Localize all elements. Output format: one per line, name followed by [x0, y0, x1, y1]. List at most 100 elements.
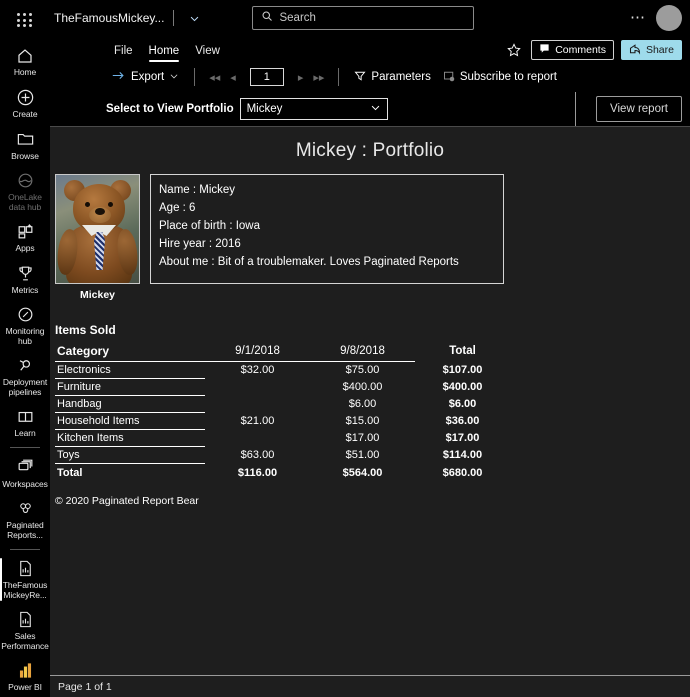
cell-category: Kitchen Items: [55, 429, 205, 447]
star-icon[interactable]: [504, 40, 524, 60]
column-header-category: Category: [55, 342, 205, 362]
profile-info-box: Name : Mickey Age : 6 Place of birth : I…: [150, 174, 504, 284]
tab-file[interactable]: File: [106, 45, 141, 62]
report-file-icon: [16, 559, 35, 578]
apps-icon: [16, 222, 35, 242]
cell-total: $114.00: [442, 449, 483, 461]
view-report-button[interactable]: View report: [596, 96, 682, 122]
cell-date-2: $6.00: [348, 398, 377, 410]
cell-date-1: $63.00: [240, 449, 275, 461]
column-header-date-2: 9/8/2018: [310, 342, 415, 362]
sidebar-item-browse[interactable]: Browse: [0, 124, 50, 166]
cell-date-2: $400.00: [342, 381, 383, 393]
sidebar-item-label: OneLake data hub: [8, 191, 42, 212]
cell-date-1: [205, 430, 310, 447]
column-header-total: Total: [449, 345, 476, 358]
title-divider: [173, 10, 175, 26]
sidebar-item-create[interactable]: Create: [0, 82, 50, 124]
cell-category: Handbag: [55, 395, 205, 413]
avatar[interactable]: [656, 5, 682, 31]
subscribe-button[interactable]: Subscribe to report: [437, 68, 563, 87]
report-toolbar: Export ◂◂ ◂ 1 ▸ ▸▸ Parameters Subscribe …: [50, 62, 690, 92]
sidebar-item-label: Workspaces: [2, 478, 48, 489]
comment-icon: [539, 43, 550, 57]
sidebar-item-apps[interactable]: Apps: [0, 217, 50, 259]
ribbon-tabs: File Home View Comments Share: [50, 36, 690, 62]
filter-icon: [354, 70, 366, 85]
power-bi-report-window: Home Create Browse OneLake data hub Apps…: [0, 0, 690, 697]
sidebar-item-sales-performance[interactable]: Sales Performance: [0, 605, 50, 656]
export-button[interactable]: Export: [106, 68, 185, 86]
last-page-icon: ▸▸: [313, 71, 325, 84]
sidebar-item-thefamous-mickey-report[interactable]: TheFamous MickeyRe...: [0, 554, 50, 605]
home-icon: [16, 46, 34, 66]
table-total-row: Total $116.00 $564.00 $680.00: [55, 464, 510, 482]
cell-total-date-2: $564.00: [342, 466, 383, 479]
comments-button[interactable]: Comments: [531, 40, 614, 60]
sidebar-item-label: Monitoring hub: [5, 325, 45, 346]
sidebar-item-label: Metrics: [11, 284, 39, 295]
export-label: Export: [131, 71, 165, 83]
cell-category: Toys: [55, 446, 205, 464]
top-bar: TheFamousMickey... Search ⋯: [50, 0, 690, 36]
sidebar-item-label: Browse: [11, 150, 39, 161]
sidebar-item-label: Create: [12, 109, 38, 120]
parameter-bar-right: View report: [575, 92, 682, 126]
items-sold-table: Category 9/1/2018 9/8/2018 Total Electro…: [55, 342, 510, 481]
photo-column: Mickey: [55, 174, 140, 301]
sidebar-item-power-bi[interactable]: Power BI: [0, 655, 50, 697]
sidebar-item-label: Apps: [15, 243, 35, 254]
cell-total: $36.00: [445, 415, 480, 427]
sidebar-item-home[interactable]: Home: [0, 41, 50, 83]
sidebar-item-onelake-data-hub[interactable]: OneLake data hub: [0, 166, 50, 217]
plus-circle-icon: [16, 87, 35, 107]
cell-total-label: Total: [57, 467, 83, 479]
chevron-down-icon[interactable]: [183, 7, 205, 29]
sidebar-item-metrics[interactable]: Metrics: [0, 258, 50, 300]
page-number-input[interactable]: 1: [249, 68, 284, 86]
sidebar-item-monitoring-hub[interactable]: Monitoring hub: [0, 300, 50, 351]
status-bar: Page 1 of 1: [50, 675, 690, 697]
search-input[interactable]: Search: [252, 6, 475, 30]
left-navigation-rail: Home Create Browse OneLake data hub Apps…: [0, 0, 50, 697]
sidebar-item-label: Home: [13, 67, 37, 78]
sidebar-item-learn[interactable]: Learn: [0, 402, 50, 444]
sidebar-item-deployment-pipelines[interactable]: Deployment pipelines: [0, 351, 50, 402]
tab-list: File Home View: [106, 45, 228, 62]
first-page-icon: ◂◂: [209, 71, 221, 84]
next-page-icon: ▸: [297, 71, 304, 84]
cell-date-2: $51.00: [345, 449, 380, 461]
sidebar-item-workspaces[interactable]: Workspaces: [0, 452, 50, 494]
table-row: Handbag $6.00 $6.00: [55, 395, 510, 413]
tab-home[interactable]: Home: [141, 45, 188, 62]
toolbar-divider: [194, 68, 196, 86]
previous-page-icon: ◂: [230, 71, 236, 84]
parameter-divider: [575, 92, 577, 126]
ellipsis-icon[interactable]: ⋯: [630, 10, 646, 25]
parameters-button[interactable]: Parameters: [348, 68, 436, 87]
sidebar-item-paginated-reports[interactable]: Paginated Reports...: [0, 494, 50, 545]
cell-date-1: $32.00: [240, 364, 275, 377]
tab-view[interactable]: View: [187, 45, 228, 62]
info-line-name: Name : Mickey: [159, 184, 236, 196]
paginated-report-body: Mickey : Portfolio Mickey Name: Mickey …: [50, 127, 690, 675]
profile-section: Mickey Name : Mickey Age : 6 Place of bi…: [50, 162, 690, 301]
portfolio-select[interactable]: Mickey: [239, 98, 388, 120]
sidebar-item-label: Paginated Reports...: [6, 519, 44, 540]
report-file-icon: [16, 610, 35, 629]
cell-total: $400.00: [442, 381, 483, 393]
table-header-row: Category 9/1/2018 9/8/2018 Total: [55, 342, 510, 362]
sidebar-item-label: Sales Performance: [1, 630, 49, 651]
sidebar-item-label: Deployment pipelines: [2, 376, 48, 397]
learn-book-icon: [16, 407, 35, 427]
column-header-date-1: 9/1/2018: [205, 342, 310, 362]
info-line-age: Age : 6: [159, 202, 196, 214]
app-launcher-icon[interactable]: [12, 8, 38, 33]
info-line-hire-year: Hire year : 2016: [159, 238, 241, 250]
rail-divider: [10, 548, 40, 550]
cell-date-1: [205, 396, 310, 413]
table-row: Kitchen Items $17.00 $17.00: [55, 429, 510, 447]
teddy-bear-illustration: [56, 175, 139, 283]
share-button[interactable]: Share: [620, 40, 682, 60]
search-icon: [261, 9, 273, 27]
